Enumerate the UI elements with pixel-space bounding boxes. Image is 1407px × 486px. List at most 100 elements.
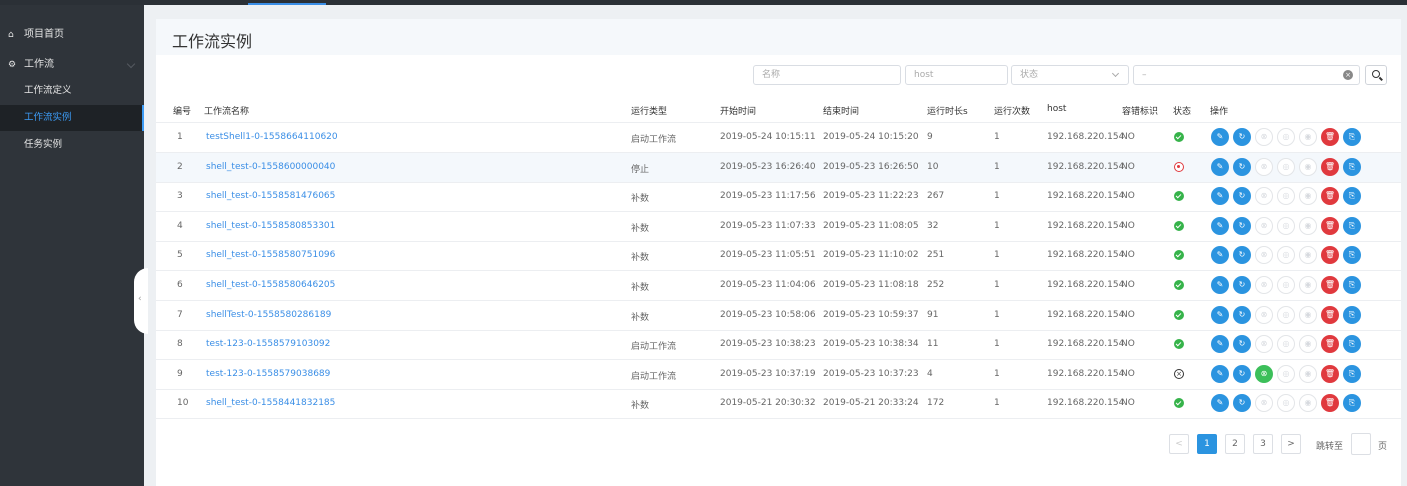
edit-button[interactable]: ✎ xyxy=(1211,335,1229,354)
gantt-button[interactable]: ⎘ xyxy=(1343,216,1361,235)
pause-button[interactable]: ◉ xyxy=(1299,276,1317,294)
delete-button[interactable]: 🗑 xyxy=(1321,216,1339,235)
host-search-input[interactable]: host xyxy=(905,65,1008,85)
workflow-name-link[interactable]: test-123-0-1558579038689 xyxy=(206,369,330,379)
recover-failed-button[interactable]: ⊗ xyxy=(1255,216,1273,235)
rerun-button[interactable]: ↻ xyxy=(1233,216,1251,235)
rerun-button[interactable]: ↻ xyxy=(1233,335,1251,354)
recover-failed-button[interactable]: ⊗ xyxy=(1255,335,1273,354)
gantt-button[interactable]: ⎘ xyxy=(1343,364,1361,383)
recover-failed-button[interactable]: ⊗ xyxy=(1255,394,1273,413)
recover-failed-button[interactable]: ⊗ xyxy=(1255,128,1273,146)
sidebar-item-workflow-instance[interactable]: 工作流实例 xyxy=(0,105,144,131)
pause-button[interactable]: ◉ xyxy=(1299,246,1317,265)
edit-button[interactable]: ✎ xyxy=(1211,364,1229,383)
edit-button[interactable]: ✎ xyxy=(1211,394,1229,413)
rerun-button[interactable]: ↻ xyxy=(1233,157,1251,176)
gantt-button[interactable]: ⎘ xyxy=(1343,128,1361,146)
sidebar-collapse-handle[interactable]: ‹ xyxy=(134,268,148,334)
edit-button[interactable]: ✎ xyxy=(1211,187,1229,206)
stop-button[interactable]: ◎ xyxy=(1277,394,1295,413)
workflow-name-link[interactable]: shell_test-0-1558581476065 xyxy=(206,191,335,201)
next-page-button[interactable]: > xyxy=(1281,434,1301,454)
sidebar-item-workflow-definition[interactable]: 工作流定义 xyxy=(0,78,144,104)
recover-failed-button[interactable]: ⊗ xyxy=(1255,364,1273,383)
rerun-button[interactable]: ↻ xyxy=(1233,394,1251,413)
sidebar-item-workflow[interactable]: ⚙ 工作流 xyxy=(0,52,144,78)
page-button-2[interactable]: 2 xyxy=(1225,434,1245,454)
sidebar-item-task-instance[interactable]: 任务实例 xyxy=(0,132,144,158)
stop-button[interactable]: ◎ xyxy=(1277,187,1295,206)
stop-button[interactable]: ◎ xyxy=(1277,305,1295,324)
rerun-button[interactable]: ↻ xyxy=(1233,187,1251,206)
gantt-button[interactable]: ⎘ xyxy=(1343,335,1361,354)
delete-button[interactable]: 🗑 xyxy=(1321,187,1339,206)
gantt-button[interactable]: ⎘ xyxy=(1343,276,1361,294)
pause-button[interactable]: ◉ xyxy=(1299,305,1317,324)
pause-button[interactable]: ◉ xyxy=(1299,216,1317,235)
pause-button[interactable]: ◉ xyxy=(1299,128,1317,146)
pause-button[interactable]: ◉ xyxy=(1299,335,1317,354)
stop-button[interactable]: ◎ xyxy=(1277,128,1295,146)
pause-button[interactable]: ◉ xyxy=(1299,187,1317,206)
stop-button[interactable]: ◎ xyxy=(1277,157,1295,176)
page-button-3[interactable]: 3 xyxy=(1253,434,1273,454)
recover-failed-button[interactable]: ⊗ xyxy=(1255,246,1273,265)
workflow-name-link[interactable]: shell_test-0-1558441832185 xyxy=(206,398,335,408)
recover-failed-button[interactable]: ⊗ xyxy=(1255,276,1273,294)
recover-failed-button[interactable]: ⊗ xyxy=(1255,157,1273,176)
rerun-button[interactable]: ↻ xyxy=(1233,276,1251,294)
workflow-name-link[interactable]: shell_test-0-1558580646205 xyxy=(206,280,335,290)
stop-button[interactable]: ◎ xyxy=(1277,276,1295,294)
delete-button[interactable]: 🗑 xyxy=(1321,157,1339,176)
delete-button[interactable]: 🗑 xyxy=(1321,394,1339,413)
edit-button[interactable]: ✎ xyxy=(1211,157,1229,176)
cell-duration: 91 xyxy=(927,309,939,320)
page-button-1[interactable]: 1 xyxy=(1197,434,1217,454)
rerun-button[interactable]: ↻ xyxy=(1233,305,1251,324)
edit-button[interactable]: ✎ xyxy=(1211,128,1229,146)
rerun-button[interactable]: ↻ xyxy=(1233,128,1251,146)
workflow-name-link[interactable]: test-123-0-1558579103092 xyxy=(206,339,330,349)
gantt-button[interactable]: ⎘ xyxy=(1343,157,1361,176)
gantt-button[interactable]: ⎘ xyxy=(1343,246,1361,265)
recover-failed-button[interactable]: ⊗ xyxy=(1255,305,1273,324)
name-search-input[interactable]: 名称 xyxy=(753,65,901,85)
edit-icon: ✎ xyxy=(1216,280,1224,289)
delete-button[interactable]: 🗑 xyxy=(1321,364,1339,383)
recover-failed-button[interactable]: ⊗ xyxy=(1255,187,1273,206)
date-range-picker[interactable]: – × xyxy=(1133,65,1360,85)
stop-button[interactable]: ◎ xyxy=(1277,216,1295,235)
delete-button[interactable]: 🗑 xyxy=(1321,305,1339,324)
edit-button[interactable]: ✎ xyxy=(1211,276,1229,294)
workflow-name-link[interactable]: shell_test-0-1558600000040 xyxy=(206,162,335,172)
workflow-name-link[interactable]: shell_test-0-1558580853301 xyxy=(206,221,335,231)
rerun-button[interactable]: ↻ xyxy=(1233,364,1251,383)
delete-button[interactable]: 🗑 xyxy=(1321,246,1339,265)
pause-button[interactable]: ◉ xyxy=(1299,364,1317,383)
pause-button[interactable]: ◉ xyxy=(1299,157,1317,176)
rerun-button[interactable]: ↻ xyxy=(1233,246,1251,265)
state-select[interactable]: 状态 xyxy=(1011,65,1129,85)
prev-page-button[interactable]: < xyxy=(1169,434,1189,454)
stop-button[interactable]: ◎ xyxy=(1277,335,1295,354)
jump-page-input[interactable] xyxy=(1351,433,1371,455)
workflow-name-link[interactable]: shellTest-0-1558580286189 xyxy=(206,310,331,320)
pause-button[interactable]: ◉ xyxy=(1299,394,1317,413)
clear-icon[interactable]: × xyxy=(1343,70,1353,80)
delete-button[interactable]: 🗑 xyxy=(1321,276,1339,294)
gantt-button[interactable]: ⎘ xyxy=(1343,187,1361,206)
edit-button[interactable]: ✎ xyxy=(1211,216,1229,235)
gantt-button[interactable]: ⎘ xyxy=(1343,394,1361,413)
delete-button[interactable]: 🗑 xyxy=(1321,128,1339,146)
gantt-button[interactable]: ⎘ xyxy=(1343,305,1361,324)
search-button[interactable] xyxy=(1365,65,1387,85)
stop-button[interactable]: ◎ xyxy=(1277,364,1295,383)
workflow-name-link[interactable]: shell_test-0-1558580751096 xyxy=(206,250,335,260)
delete-button[interactable]: 🗑 xyxy=(1321,335,1339,354)
edit-button[interactable]: ✎ xyxy=(1211,246,1229,265)
edit-button[interactable]: ✎ xyxy=(1211,305,1229,324)
workflow-name-link[interactable]: testShell1-0-1558664110620 xyxy=(206,132,338,142)
sidebar-item-project-home[interactable]: ⌂ 项目首页 xyxy=(0,22,144,48)
stop-button[interactable]: ◎ xyxy=(1277,246,1295,265)
